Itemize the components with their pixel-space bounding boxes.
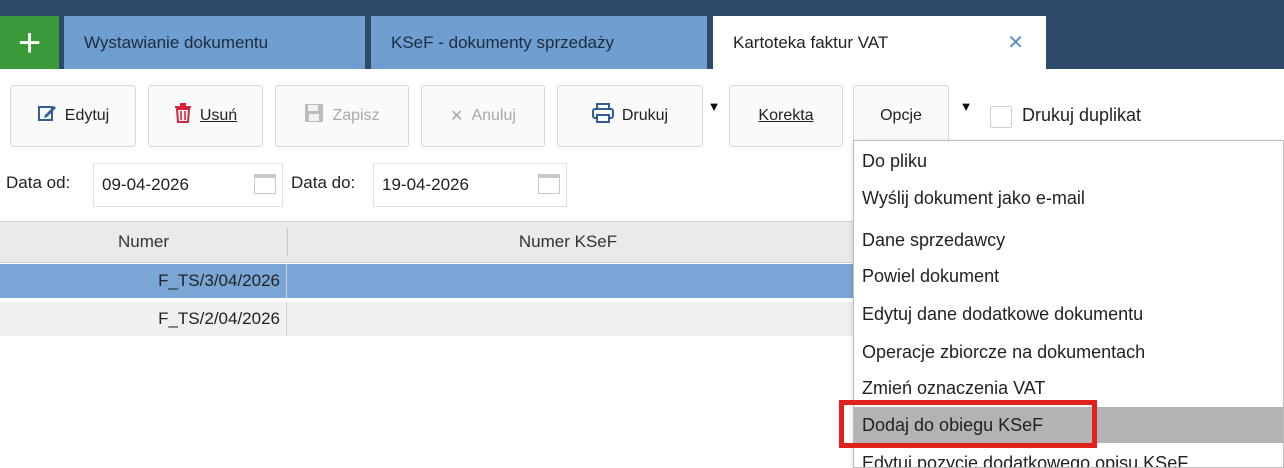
cell-numer: F_TS/2/04/2026 bbox=[0, 302, 287, 336]
menu-item-zmien-oznaczenia-vat[interactable]: Zmień oznaczenia VAT bbox=[854, 370, 1283, 406]
date-to-input[interactable]: 19-04-2026 bbox=[373, 163, 567, 207]
save-icon bbox=[304, 103, 324, 129]
cell-numer: F_TS/3/04/2026 bbox=[0, 264, 287, 298]
menu-item-do-pliku[interactable]: Do pliku bbox=[854, 143, 1283, 179]
delete-button-label: Usuń bbox=[199, 107, 238, 124]
tab-label: Kartoteka faktur VAT bbox=[733, 32, 889, 52]
menu-item-powiel-dokument[interactable]: Powiel dokument bbox=[854, 258, 1283, 294]
options-menu: Do pliku Wyślij dokument jako e-mail Dan… bbox=[853, 140, 1284, 468]
menu-item-operacje-zbiorcze[interactable]: Operacje zbiorcze na dokumentach bbox=[854, 334, 1283, 370]
edit-button[interactable]: Edytuj bbox=[10, 85, 136, 147]
printer-icon bbox=[591, 103, 614, 129]
print-button[interactable]: Drukuj bbox=[557, 85, 703, 147]
date-from-label: Data od: bbox=[6, 173, 71, 192]
date-from-input[interactable]: 09-04-2026 bbox=[93, 163, 283, 207]
column-header-numer-ksef[interactable]: Numer KSeF bbox=[288, 222, 848, 262]
edit-icon bbox=[37, 103, 57, 129]
calendar-icon[interactable] bbox=[538, 174, 560, 194]
correction-button-label: Korekta bbox=[758, 107, 814, 124]
print-button-label: Drukuj bbox=[621, 107, 669, 124]
date-to-label: Data do: bbox=[291, 173, 356, 192]
menu-item-edytuj-dane-dodatkowe[interactable]: Edytuj dane dodatkowe dokumentu bbox=[854, 296, 1283, 332]
chevron-down-icon: ▼ bbox=[959, 99, 973, 114]
tab-label: KSeF - dokumenty sprzedaży bbox=[391, 32, 614, 52]
trash-icon bbox=[174, 103, 192, 129]
menu-item-wyslij-email[interactable]: Wyślij dokument jako e-mail bbox=[854, 180, 1283, 216]
add-tab-button[interactable]: + bbox=[0, 16, 59, 69]
options-button-label: Opcje bbox=[880, 107, 922, 124]
save-button-label: Zapisz bbox=[332, 107, 380, 124]
plus-icon: + bbox=[17, 20, 42, 65]
tab-bar: + Wystawianie dokumentu KSeF - dokumenty… bbox=[0, 0, 1284, 69]
tab-ksef-dokumenty-sprzedazy[interactable]: KSeF - dokumenty sprzedaży bbox=[371, 16, 707, 69]
tab-label: Wystawianie dokumentu bbox=[84, 32, 269, 52]
correction-button[interactable]: Korekta bbox=[729, 85, 843, 147]
cancel-button[interactable]: ✕ Anuluj bbox=[421, 85, 545, 147]
options-button[interactable]: Opcje bbox=[853, 85, 949, 147]
close-icon[interactable]: ✕ bbox=[1007, 30, 1024, 55]
menu-item-dodaj-do-obiegu-ksef[interactable]: Dodaj do obiegu KSeF bbox=[854, 407, 1283, 443]
menu-item-edytuj-pozycje-opisu-ksef[interactable]: Edytuj pozycje dodatkowego opisu KSeF bbox=[854, 445, 1283, 468]
x-icon: ✕ bbox=[450, 108, 464, 125]
delete-button[interactable]: Usuń bbox=[148, 85, 263, 147]
date-from-value: 09-04-2026 bbox=[102, 175, 189, 194]
save-button[interactable]: Zapisz bbox=[275, 85, 409, 147]
options-dropdown-arrow[interactable]: ▼ bbox=[955, 85, 977, 147]
chevron-down-icon: ▼ bbox=[707, 99, 721, 114]
tab-wystawianie-dokumentu[interactable]: Wystawianie dokumentu bbox=[64, 16, 365, 69]
column-header-numer[interactable]: Numer bbox=[0, 222, 287, 262]
duplicate-checkbox-label: Drukuj duplikat bbox=[1022, 105, 1142, 125]
print-dropdown-arrow[interactable]: ▼ bbox=[703, 85, 725, 147]
tab-kartoteka-faktur-vat[interactable]: Kartoteka faktur VAT ✕ bbox=[713, 16, 1046, 69]
cancel-button-label: Anuluj bbox=[471, 107, 516, 124]
edit-button-label: Edytuj bbox=[64, 107, 110, 124]
calendar-icon[interactable] bbox=[254, 174, 276, 194]
menu-item-dane-sprzedawcy[interactable]: Dane sprzedawcy bbox=[854, 222, 1283, 258]
date-to-value: 19-04-2026 bbox=[382, 175, 469, 194]
duplicate-checkbox[interactable] bbox=[990, 106, 1012, 128]
